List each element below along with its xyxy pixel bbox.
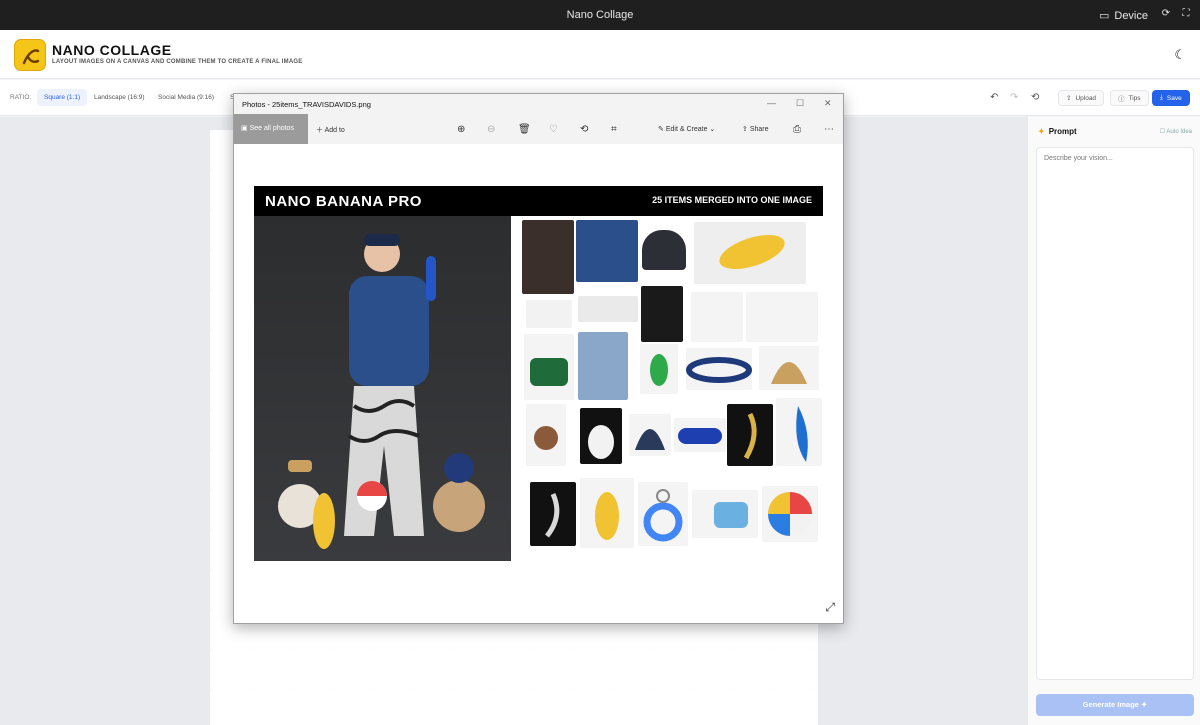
photos-toolbar: ▣ See all photos ＋ Add to ⊕ ⊖ 🗑 ♡ ⟲ ⌗ ✎ … xyxy=(234,114,843,144)
device-icon: ▭ xyxy=(1098,10,1110,22)
redo-icon[interactable]: ↷ xyxy=(1010,92,1018,103)
tips-button[interactable]: ⓘ Tips xyxy=(1110,90,1149,106)
tile-green-alien xyxy=(640,344,678,394)
tile-jeans xyxy=(578,332,628,400)
fullscreen-icon[interactable]: ⛶ xyxy=(1180,8,1192,20)
history-icon[interactable]: ⟲ xyxy=(1031,92,1039,103)
tile-ski-goggles xyxy=(674,418,726,452)
edit-icon: ✎ xyxy=(658,126,664,133)
device-button[interactable]: ▭ Device xyxy=(1098,9,1148,23)
hero-photo xyxy=(254,216,511,561)
generate-image-button[interactable]: Generate Image ✦ xyxy=(1036,694,1194,716)
save-button[interactable]: ⤓ Save xyxy=(1152,90,1190,106)
zoom-in-icon[interactable]: ⊕ xyxy=(457,124,465,135)
see-all-photos-button[interactable]: ▣ See all photos xyxy=(234,114,308,144)
more-icon[interactable]: ⋯ xyxy=(824,124,834,135)
sync-icon[interactable]: ⟳ xyxy=(1160,8,1172,20)
tile-pug xyxy=(641,286,683,342)
tile-green-bag xyxy=(524,334,574,400)
tile-cap xyxy=(642,230,686,270)
plus-icon: ＋ xyxy=(316,127,323,134)
auto-idea-toggle[interactable]: ☐ Auto Idea xyxy=(1160,128,1192,135)
image-header-band: NANO BANANA PRO 25 ITEMS MERGED INTO ONE… xyxy=(254,186,823,216)
upload-icon: ⇪ xyxy=(1066,95,1072,102)
displayed-image: NANO BANANA PRO 25 ITEMS MERGED INTO ONE… xyxy=(254,186,823,562)
app-titlebar: Nano Collage ▭ Device ⟳ ⛶ xyxy=(0,0,1200,30)
tile-navy-beanie xyxy=(629,414,671,456)
gallery-icon: ▣ xyxy=(241,125,248,132)
crop-icon[interactable]: ⌗ xyxy=(611,124,617,135)
tile-blue-parrot xyxy=(776,398,822,466)
tile-portrait xyxy=(522,220,574,294)
tile-silver-pendant xyxy=(530,482,576,546)
photos-titlebar: Photos - 25items_TRAVISDAVIDS.png — ☐ ✕ xyxy=(234,94,843,114)
edit-create-button[interactable]: ✎ Edit & Create ⌄ xyxy=(658,125,715,133)
app-header: NANO COLLAGE LAYOUT IMAGES ON A CANVAS A… xyxy=(0,30,1200,79)
tile-sunglasses xyxy=(578,296,638,322)
print-icon[interactable]: ⎙ xyxy=(793,124,801,135)
tile-jacket xyxy=(576,220,638,282)
prompt-title: ✦ Prompt xyxy=(1038,127,1077,136)
upload-button[interactable]: ⇪ Upload xyxy=(1058,90,1105,106)
rotate-icon[interactable]: ⟲ xyxy=(580,124,588,135)
share-button[interactable]: ⇪ Share xyxy=(742,125,769,133)
ratio-square[interactable]: Square (1:1) xyxy=(37,89,88,106)
ratio-social[interactable]: Social Media (9:16) xyxy=(151,89,221,106)
tile-sneaker xyxy=(526,300,572,328)
tile-beach-ball xyxy=(762,486,818,542)
tile-heart-glasses xyxy=(746,292,818,342)
zoom-out-icon[interactable]: ⊖ xyxy=(487,124,495,135)
sparkle-icon: ✦ xyxy=(1038,127,1045,136)
tile-white-cat xyxy=(580,408,622,464)
info-icon: ⓘ xyxy=(1118,96,1125,103)
image-title-left: NANO BANANA PRO xyxy=(265,193,422,210)
tile-banana-keychain xyxy=(694,222,806,284)
expand-icon[interactable]: ⤢ xyxy=(825,600,835,615)
tile-blue-collar xyxy=(686,348,752,390)
maximize-icon[interactable]: ☐ xyxy=(796,98,804,109)
app-logo xyxy=(14,39,46,71)
window-title: Nano Collage xyxy=(566,9,634,21)
app-subtitle: LAYOUT IMAGES ON A CANVAS AND COMBINE TH… xyxy=(52,59,303,65)
image-title-right: 25 ITEMS MERGED INTO ONE IMAGE xyxy=(652,195,812,205)
tile-banana-plush xyxy=(580,478,634,548)
tile-google-keychain xyxy=(638,482,688,546)
tile-banana-necklace xyxy=(727,404,773,466)
close-icon[interactable]: ✕ xyxy=(824,98,832,109)
prompt-panel: ✦Prompt ☐ Auto Idea Generate Image ✦ xyxy=(1027,117,1200,725)
tile-plush-keychain xyxy=(526,404,566,466)
undo-icon[interactable]: ↶ xyxy=(990,92,998,103)
app-title: NANO COLLAGE xyxy=(52,42,172,58)
share-icon: ⇪ xyxy=(742,126,748,133)
prompt-input[interactable] xyxy=(1036,147,1194,680)
minimize-icon[interactable]: — xyxy=(767,98,776,108)
favorite-icon[interactable]: ♡ xyxy=(549,124,558,135)
download-icon: ⤓ xyxy=(1160,94,1163,101)
theme-toggle-icon[interactable]: ☾ xyxy=(1174,47,1186,63)
tile-beanie-tan xyxy=(759,346,819,390)
photos-window: Photos - 25items_TRAVISDAVIDS.png — ☐ ✕ … xyxy=(233,93,844,624)
tile-headphones xyxy=(691,292,743,342)
delete-icon[interactable]: 🗑 xyxy=(518,124,531,135)
photos-window-title: Photos - 25items_TRAVISDAVIDS.png xyxy=(242,100,371,109)
ratio-label: RATIO: xyxy=(10,94,32,101)
tile-thumbs-up-keychain xyxy=(692,490,758,538)
add-to-button[interactable]: ＋ Add to xyxy=(316,125,345,135)
ratio-landscape[interactable]: Landscape (16:9) xyxy=(87,89,152,106)
